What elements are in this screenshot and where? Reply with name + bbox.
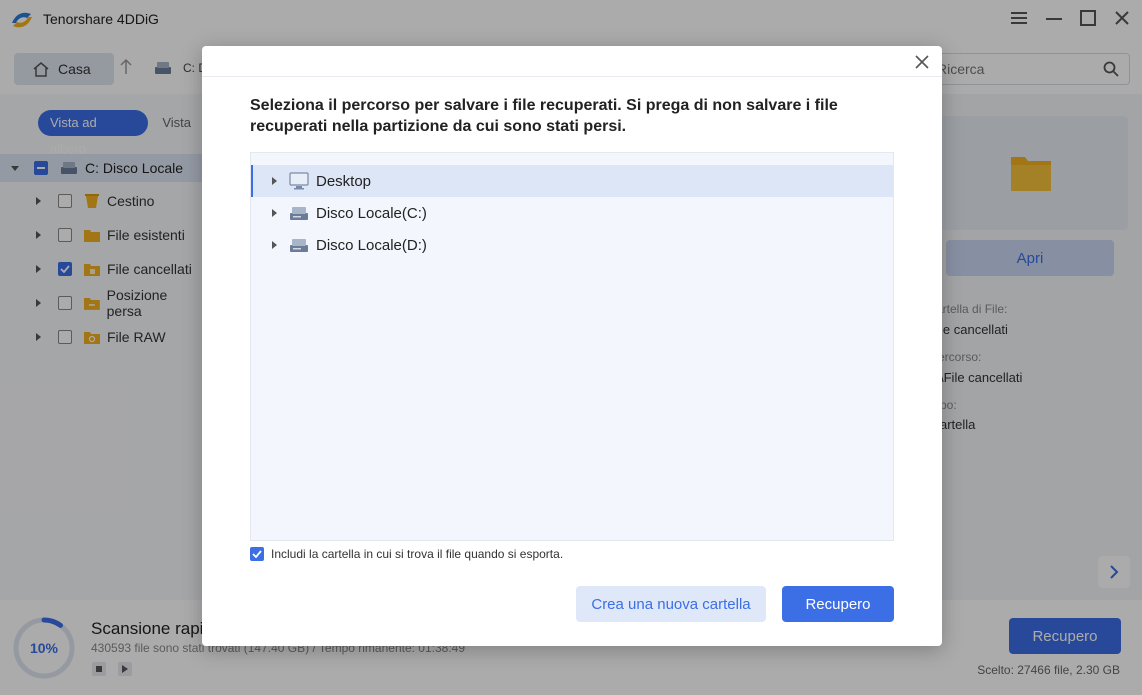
close-icon[interactable] xyxy=(914,54,930,70)
folder-item-desktop[interactable]: Desktop xyxy=(251,165,893,197)
include-folder-option[interactable]: Includi la cartella in cui si trova il f… xyxy=(250,547,563,561)
folder-item-label: Disco Locale(D:) xyxy=(316,236,427,254)
folder-item-label: Disco Locale(C:) xyxy=(316,204,427,222)
include-folder-label: Includi la cartella in cui si trova il f… xyxy=(271,547,564,561)
dialog-divider xyxy=(202,76,942,77)
drive-icon xyxy=(289,236,309,254)
drive-icon xyxy=(289,204,309,222)
folder-tree: Desktop Disco Locale(C:) Disco Locale(D:… xyxy=(250,152,894,541)
dialog-heading: Seleziona il percorso per salvare i file… xyxy=(250,97,838,135)
save-location-dialog: Seleziona il percorso per salvare i file… xyxy=(202,46,942,646)
dialog-recover-button[interactable]: Recupero xyxy=(782,586,894,622)
chevron-right-icon[interactable] xyxy=(272,241,277,249)
folder-item-drive-c[interactable]: Disco Locale(C:) xyxy=(251,197,893,229)
monitor-icon xyxy=(289,172,309,190)
chevron-right-icon[interactable] xyxy=(272,209,277,217)
include-folder-checkbox[interactable] xyxy=(250,547,264,561)
new-folder-button[interactable]: Crea una nuova cartella xyxy=(576,586,766,622)
folder-item-label: Desktop xyxy=(316,172,372,190)
folder-item-drive-d[interactable]: Disco Locale(D:) xyxy=(251,229,893,261)
chevron-right-icon[interactable] xyxy=(272,177,277,185)
